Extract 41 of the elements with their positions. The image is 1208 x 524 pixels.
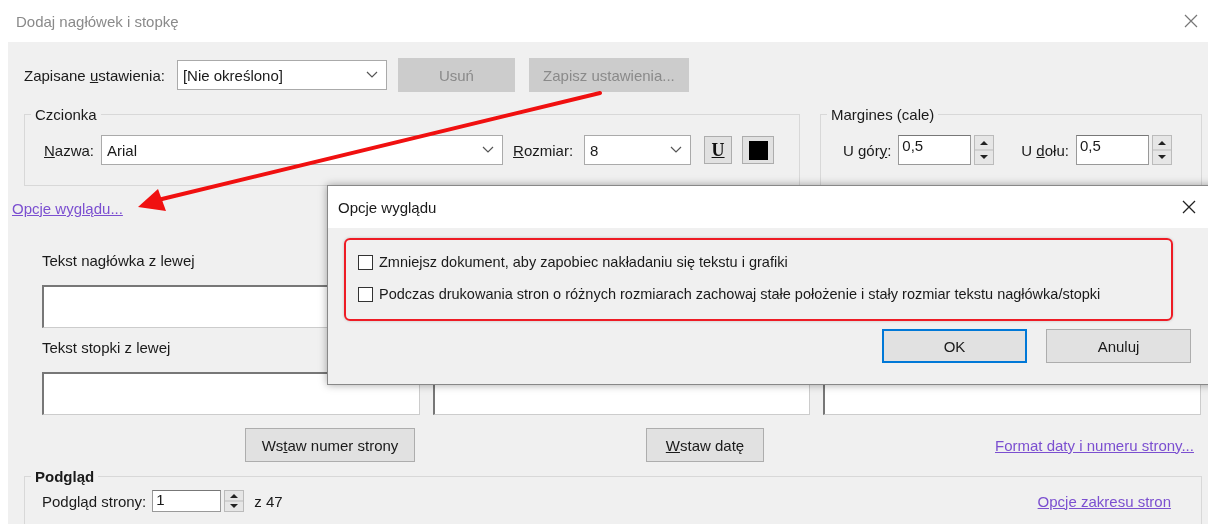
margin-input[interactable]: 0,5 (898, 135, 972, 165)
group-title: Podgląd (34, 468, 96, 485)
group-title: Margines (cale) (830, 106, 936, 123)
ok-button[interactable]: OK (882, 329, 1027, 363)
caret-icon (670, 146, 683, 154)
checkbox-label: Zmniejsz dokument, aby zapobiec nakładaniu się tekstu i grafiki (379, 254, 788, 270)
field-label: Nazwa: (44, 141, 95, 159)
dialog-title: Opcje wyglądu (338, 198, 437, 216)
checkbox-label: Podczas drukowania stron o różnych rozmiarach zachowaj stałe położenie i stały rozmiar tekstu nagłówka/stopki (379, 286, 1101, 302)
checkbox[interactable] (358, 286, 373, 302)
appearance-options-link[interactable]: Opcje wyglądu... (12, 200, 123, 217)
field-label: U góry: (843, 141, 892, 159)
field-label: Zapisane ustawienia: (24, 66, 165, 84)
page-range-link[interactable]: Opcje zakresu stron (1037, 492, 1171, 510)
page-input[interactable]: 1 (152, 490, 222, 512)
underline-button[interactable]: U (704, 136, 733, 164)
group-title: Czcionka (34, 106, 98, 123)
font-name-dropdown[interactable]: Arial (101, 135, 504, 165)
spin-buttons[interactable] (1151, 135, 1172, 165)
field-label: Tekst stopki z lewej (42, 339, 171, 356)
field-label: Podgląd strony: (42, 492, 147, 510)
spin-buttons[interactable] (974, 135, 995, 165)
field-label: Tekst nagłówka z lewej (42, 252, 195, 269)
insert-page-number-button[interactable]: Wstaw numer strony (245, 428, 415, 462)
text-field[interactable] (42, 372, 420, 415)
font-size-dropdown[interactable]: 8 (584, 135, 692, 165)
spin-buttons[interactable] (224, 490, 245, 512)
cancel-button[interactable]: Anuluj (1046, 329, 1191, 363)
caret-icon (482, 146, 495, 154)
page-count: z 47 (254, 492, 283, 510)
field-label: Rozmiar: (513, 141, 574, 159)
color-button[interactable] (742, 136, 775, 164)
settings-dropdown[interactable]: [Nie określono] (176, 60, 387, 90)
insert-date-button[interactable]: Wstaw datę (646, 428, 764, 462)
date-format-link[interactable]: Format daty i numeru strony... (995, 436, 1194, 454)
field-label: U dołu: (1021, 141, 1069, 159)
close-icon[interactable] (1182, 200, 1196, 214)
window-title: Dodaj nagłówek i stopkę (16, 12, 179, 30)
caret-icon (365, 71, 378, 79)
checkbox[interactable] (358, 254, 373, 270)
margin-input[interactable]: 0,5 (1075, 135, 1149, 165)
